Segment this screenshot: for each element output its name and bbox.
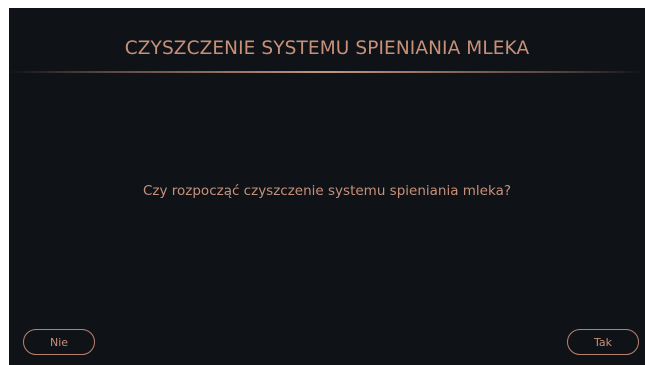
title-divider [9, 71, 645, 73]
machine-display: CZYSZCZENIE SYSTEMU SPIENIANIA MLEKA Czy… [9, 8, 645, 365]
screen-title: CZYSZCZENIE SYSTEMU SPIENIANIA MLEKA [124, 38, 530, 59]
no-button[interactable]: Nie [23, 329, 95, 355]
confirmation-question: Czy rozpocząć czyszczenie systemu spieni… [142, 183, 512, 199]
yes-button[interactable]: Tak [567, 329, 639, 355]
